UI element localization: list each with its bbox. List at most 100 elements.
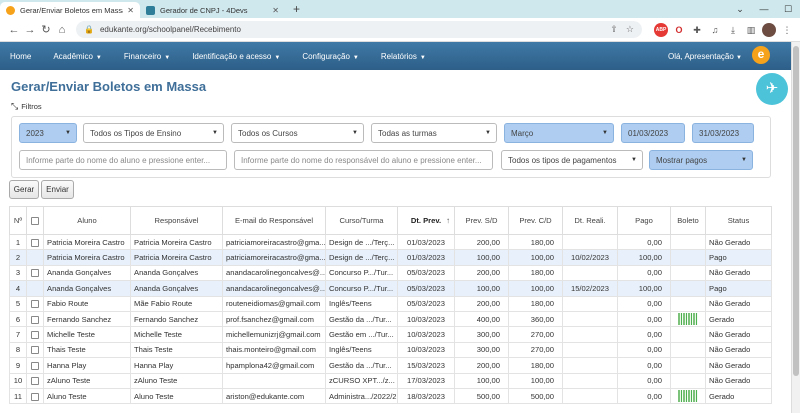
home-icon[interactable]: ⌂ <box>54 24 70 36</box>
gerar-button[interactable]: Gerar <box>9 180 39 199</box>
col-num[interactable]: Nº <box>9 206 27 235</box>
row-checkbox[interactable] <box>31 377 39 386</box>
close-tab-icon[interactable]: ✕ <box>272 6 279 15</box>
nav-configuracao[interactable]: Configuração ▼ <box>302 52 359 61</box>
row-number: 8 <box>9 341 27 359</box>
aluno-search-input[interactable]: Informe parte do nome do aluno e pressio… <box>19 150 227 170</box>
dt-reali-cell <box>562 372 618 389</box>
row-checkbox[interactable] <box>31 300 39 309</box>
col-email[interactable]: E-mail do Responsável <box>222 206 326 235</box>
pago-cell: 0,00 <box>617 357 671 374</box>
scrollbar-thumb[interactable] <box>793 46 799 376</box>
close-tab-icon[interactable]: ✕ <box>127 6 134 15</box>
new-tab-icon[interactable]: + <box>285 2 308 18</box>
enviar-button[interactable]: Enviar <box>41 180 74 199</box>
date-to-input[interactable]: 31/03/2023 <box>692 123 754 143</box>
user-greeting: Olá, Apresentação <box>667 51 734 61</box>
col-curso[interactable]: Curso/Turma <box>325 206 398 235</box>
col-dt-prev-label: Dt. Prev. <box>410 216 442 225</box>
share-icon[interactable]: ⇪ <box>610 24 618 35</box>
caret-down-icon: ▼ <box>95 54 102 61</box>
col-dt-reali[interactable]: Dt. Reali. <box>562 206 618 235</box>
row-checkbox[interactable] <box>31 331 39 340</box>
prev-cd-cell: 100,00 <box>508 280 563 297</box>
table-row[interactable]: 6 Fernando Sanchez Fernando Sanchez prof.fs… <box>9 310 772 328</box>
browser-tabbar: Gerar/Enviar Boletos em Massa ✕ Gerador … <box>0 0 800 18</box>
nav-financeiro[interactable]: Financeiro ▼ <box>124 52 170 61</box>
adblock-icon[interactable]: ABP <box>654 22 668 37</box>
responsavel-search-input[interactable]: Informe parte do nome do responsável do … <box>234 150 493 170</box>
col-status[interactable]: Status <box>705 206 772 235</box>
row-checkbox[interactable] <box>31 315 39 324</box>
col-aluno[interactable]: Aluno <box>43 206 131 235</box>
nav-academico[interactable]: Acadêmico ▼ <box>53 52 102 61</box>
col-pago[interactable]: Pago <box>617 206 671 235</box>
forward-icon[interactable]: → <box>22 24 38 36</box>
minimize-icon[interactable]: — <box>752 0 776 18</box>
row-checkbox[interactable] <box>31 392 39 401</box>
col-prev-sd[interactable]: Prev. S/D <box>454 206 509 235</box>
pagamentos-select[interactable]: Todos os tipos de pagamentos ▼ <box>501 150 643 170</box>
table-row[interactable]: 11 Aluno Teste Aluno Teste ariston@edukante… <box>9 387 772 405</box>
table-row[interactable]: 5 Fabio Route Mãe Fabio Route routeneidioma… <box>9 295 772 312</box>
row-checkbox[interactable] <box>31 346 39 355</box>
page-scrollbar[interactable] <box>791 42 800 413</box>
edukante-logo[interactable]: e <box>752 46 770 64</box>
bookmark-star-icon[interactable]: ☆ <box>626 24 634 35</box>
nav-relatorios[interactable]: Relatórios ▼ <box>381 52 426 61</box>
row-checkbox[interactable] <box>31 361 39 370</box>
table-row[interactable]: 9 Hanna Play Hanna Play hpamplona42@gmail.c… <box>9 357 772 374</box>
user-menu[interactable]: Olá, Apresentação ▼ <box>668 52 742 61</box>
filters-toggle[interactable]: ⤡ Filtros <box>11 101 42 112</box>
table-row[interactable]: 3 Ananda Gonçalves Ananda Gonçalves anandac… <box>9 264 772 282</box>
row-checkbox[interactable] <box>31 238 39 247</box>
turmas-select[interactable]: Todas as turmas ▼ <box>371 123 497 143</box>
prev-cd-cell: 180,00 <box>508 264 563 282</box>
date-from-input[interactable]: 01/03/2023 <box>621 123 685 143</box>
media-control-icon[interactable]: ♫ <box>708 23 722 37</box>
mes-select[interactable]: Março ▼ <box>504 123 614 143</box>
nav-identificacao[interactable]: Identificação e acesso ▼ <box>192 52 280 61</box>
table-row[interactable]: 8 Thais Teste Thais Teste thais.monteiro@gm… <box>9 341 772 359</box>
table-row[interactable]: 4 Ananda Gonçalves Ananda Gonçalves anandac… <box>9 280 772 297</box>
sidepanel-icon[interactable]: ▥ <box>744 23 758 37</box>
menu-dots-icon[interactable]: ⋮ <box>780 23 794 37</box>
year-select[interactable]: 2023 ▼ <box>19 123 77 143</box>
paper-plane-icon[interactable]: ✈ <box>756 73 788 105</box>
status-cell: Não Gerado <box>705 341 772 359</box>
address-bar[interactable]: 🔒 edukante.org/schoolpanel/Recebimento ⇪… <box>76 21 642 38</box>
nav-home[interactable]: Home <box>10 52 31 61</box>
opera-icon[interactable]: O <box>672 23 686 37</box>
row-checkbox[interactable] <box>31 269 39 278</box>
mostrar-pagos-select[interactable]: Mostrar pagos ▼ <box>649 150 753 170</box>
chevron-down-icon[interactable]: ⌄ <box>728 0 752 18</box>
curso-cell: Design de .../Terç... <box>325 233 398 251</box>
table-row[interactable]: 1 Patricia Moreira Castro Patricia Moreira… <box>9 233 772 251</box>
table-row[interactable]: 7 Michelle Teste Michelle Teste michellemun… <box>9 326 772 343</box>
browser-tab-inactive[interactable]: Gerador de CNPJ - 4Devs ✕ <box>140 2 285 18</box>
pago-cell: 100,00 <box>617 249 671 266</box>
ensino-select[interactable]: Todos os Tipos de Ensino ▼ <box>83 123 224 143</box>
col-boleto[interactable]: Boleto <box>670 206 706 235</box>
profile-avatar-icon[interactable] <box>762 22 776 37</box>
barcode-icon[interactable] <box>678 313 698 326</box>
download-icon[interactable]: ⤓ <box>726 23 740 37</box>
barcode-icon[interactable] <box>678 390 698 403</box>
select-all-checkbox[interactable] <box>31 217 39 225</box>
pago-cell: 0,00 <box>617 295 671 312</box>
browser-tab-active[interactable]: Gerar/Enviar Boletos em Massa ✕ <box>0 2 140 18</box>
col-responsavel[interactable]: Responsável <box>130 206 223 235</box>
email-cell: michellemunizrj@gmail.com <box>222 326 326 343</box>
table-row[interactable]: 10 zAluno Teste zAluno Teste zCURSO XPT.../… <box>9 372 772 389</box>
col-select-all[interactable] <box>26 206 44 235</box>
prev-cd-cell: 180,00 <box>508 295 563 312</box>
extensions-puzzle-icon[interactable]: ✚ <box>690 23 704 37</box>
cursos-select[interactable]: Todos os Cursos ▼ <box>231 123 364 143</box>
row-number: 4 <box>9 280 27 297</box>
col-prev-cd[interactable]: Prev. C/D <box>508 206 563 235</box>
reload-icon[interactable]: ↻ <box>38 23 54 36</box>
col-dt-prev[interactable]: Dt. Prev. ↑ <box>397 206 455 235</box>
maximize-icon[interactable]: ☐ <box>776 0 800 18</box>
table-row[interactable]: 2 Patricia Moreira Castro Patricia Moreira… <box>9 249 772 266</box>
back-icon[interactable]: ← <box>6 24 22 36</box>
